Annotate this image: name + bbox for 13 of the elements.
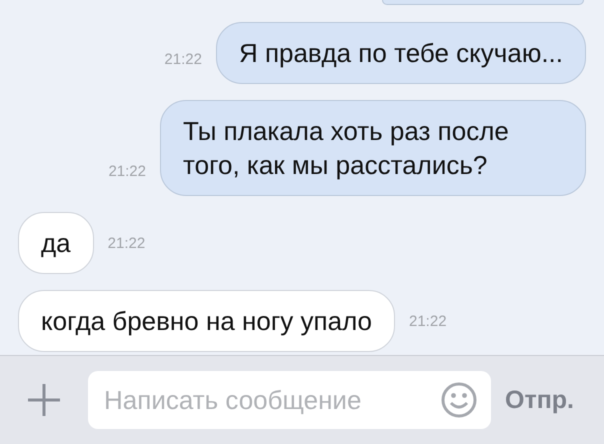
message-time: 21:22 [108, 234, 146, 252]
message-input[interactable]: Написать сообщение [102, 384, 441, 416]
message-time: 21:22 [108, 163, 146, 180]
add-icon[interactable] [26, 382, 62, 418]
message-bubble: Ты плакала хоть раз после того, как мы расстались? [160, 100, 586, 196]
send-button[interactable]: Отпр. [505, 386, 574, 414]
message-time: 21:22 [164, 51, 202, 68]
message-bubble: да [18, 212, 94, 274]
message-field[interactable]: Написать сообщение [88, 371, 491, 429]
smiley-icon[interactable] [441, 382, 477, 418]
message-bubble: когда бревно на ногу упало [18, 290, 395, 352]
message-time: 21:22 [409, 312, 447, 330]
message-bubble: Я правда по тебе скучаю... [216, 22, 586, 84]
